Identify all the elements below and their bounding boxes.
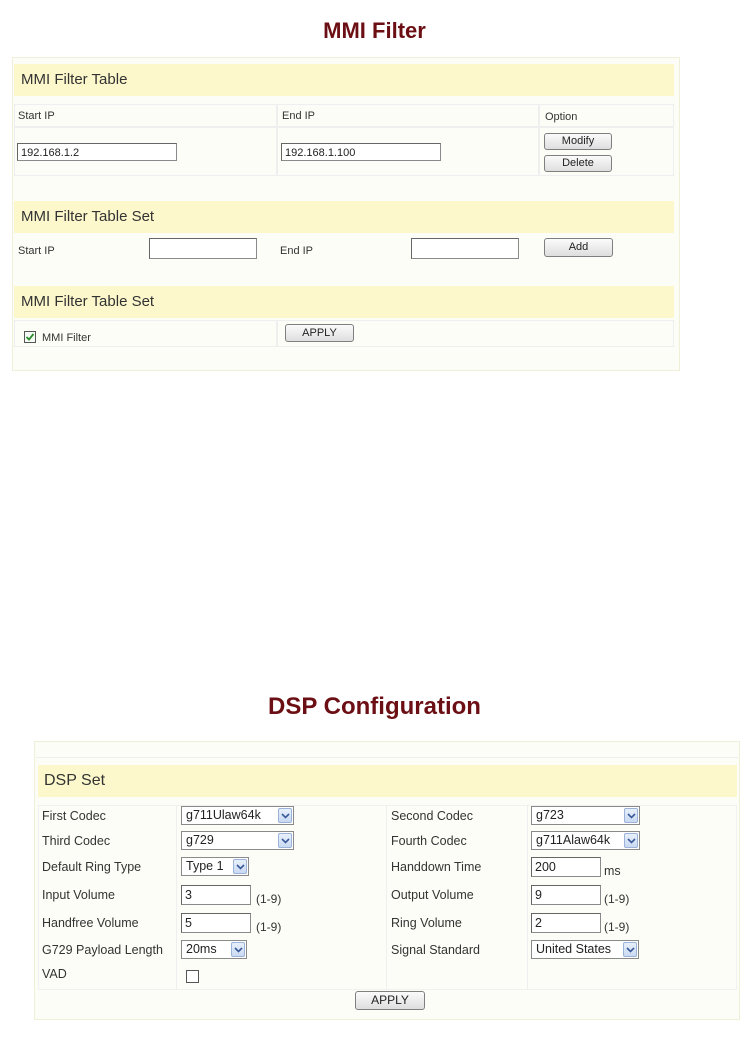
- default-ring-type-label: Default Ring Type: [42, 860, 142, 874]
- modify-button[interactable]: Modify: [544, 133, 612, 150]
- check-icon: [25, 333, 35, 341]
- chevron-down-icon: [624, 833, 638, 848]
- signal-standard-label: Signal Standard: [391, 943, 480, 957]
- first-codec-select[interactable]: g711Ulaw64k: [181, 806, 294, 825]
- chevron-down-icon: [231, 942, 245, 957]
- fourth-codec-value: g711Alaw64k: [536, 833, 611, 847]
- mmi-filter-table-heading: MMI Filter Table: [14, 64, 674, 96]
- second-codec-label: Second Codec: [391, 809, 474, 823]
- handfree-volume-input[interactable]: 5: [181, 913, 251, 933]
- chevron-down-icon: [278, 808, 292, 823]
- ring-volume-range: (1-9): [604, 920, 630, 934]
- dsp-top-line: [36, 757, 738, 758]
- dsp-configuration-title: DSP Configuration: [268, 693, 481, 720]
- ring-volume-label: Ring Volume: [391, 916, 462, 930]
- add-button[interactable]: Add: [544, 238, 613, 257]
- chevron-down-icon: [623, 942, 637, 957]
- first-codec-label: First Codec: [42, 809, 106, 823]
- dsp-col-sep-2: [386, 805, 387, 990]
- payload-length-select[interactable]: 20ms: [181, 940, 247, 959]
- start-ip-input[interactable]: [149, 238, 257, 259]
- input-volume-input[interactable]: 3: [181, 885, 251, 905]
- signal-standard-value: United States: [536, 942, 612, 956]
- mmi-filter-checkbox-label: MMI Filter: [42, 332, 91, 344]
- signal-standard-select[interactable]: United States: [531, 940, 639, 959]
- vad-label: VAD: [42, 967, 67, 981]
- dsp-col-sep-1: [176, 805, 177, 990]
- delete-button[interactable]: Delete: [544, 155, 612, 172]
- handdown-time-input[interactable]: 200: [531, 857, 601, 877]
- vad-checkbox[interactable]: [186, 970, 199, 983]
- ring-type-value: Type 1: [186, 859, 224, 873]
- chevron-down-icon: [233, 859, 247, 874]
- fourth-codec-label: Fourth Codec: [391, 834, 467, 848]
- end-ip-label: End IP: [280, 245, 314, 257]
- fourth-codec-select[interactable]: g711Alaw64k: [531, 831, 640, 850]
- dsp-col-sep-3: [527, 805, 528, 990]
- second-codec-value: g723: [536, 808, 564, 822]
- payload-length-value: 20ms: [186, 942, 217, 956]
- handfree-volume-label: Handfree Volume: [42, 916, 139, 930]
- start-ip-label: Start IP: [18, 245, 55, 257]
- start-ip-column-header: Start IP: [18, 110, 55, 122]
- handfree-volume-range: (1-9): [256, 920, 282, 934]
- g729-payload-length-label: G729 Payload Length: [42, 943, 163, 957]
- ring-type-select[interactable]: Type 1: [181, 857, 249, 876]
- mmi-filter-title: MMI Filter: [323, 18, 426, 43]
- first-codec-value: g711Ulaw64k: [186, 808, 261, 822]
- ring-volume-input[interactable]: 2: [531, 913, 601, 933]
- mmi-filter-table-set-heading: MMI Filter Table Set: [14, 201, 674, 233]
- output-volume-label: Output Volume: [391, 888, 474, 902]
- output-volume-range: (1-9): [604, 892, 630, 906]
- output-volume-input[interactable]: 9: [531, 885, 601, 905]
- chevron-down-icon: [624, 808, 638, 823]
- handdown-unit: ms: [604, 864, 621, 878]
- chevron-down-icon: [278, 833, 292, 848]
- input-volume-label: Input Volume: [42, 888, 115, 902]
- dsp-apply-button[interactable]: APPLY: [355, 991, 425, 1010]
- mmi-filter-checkbox[interactable]: [24, 331, 36, 343]
- end-ip-field[interactable]: 192.168.1.100: [281, 143, 441, 161]
- third-codec-value: g729: [186, 833, 214, 847]
- third-codec-label: Third Codec: [42, 834, 111, 848]
- dsp-set-heading: DSP Set: [38, 765, 737, 797]
- mmi-filter-enable-heading: MMI Filter Table Set: [14, 286, 674, 318]
- second-codec-select[interactable]: g723: [531, 806, 640, 825]
- end-ip-input[interactable]: [411, 238, 519, 259]
- option-column-header: Option: [545, 111, 578, 123]
- mmi-apply-button[interactable]: APPLY: [285, 324, 354, 342]
- handdown-time-label: Handdown Time: [391, 860, 482, 874]
- end-ip-column-header: End IP: [282, 110, 316, 122]
- header-cell-end: [277, 104, 539, 127]
- start-ip-field[interactable]: 192.168.1.2: [17, 143, 177, 161]
- third-codec-select[interactable]: g729: [181, 831, 294, 850]
- input-volume-range: (1-9): [256, 892, 282, 906]
